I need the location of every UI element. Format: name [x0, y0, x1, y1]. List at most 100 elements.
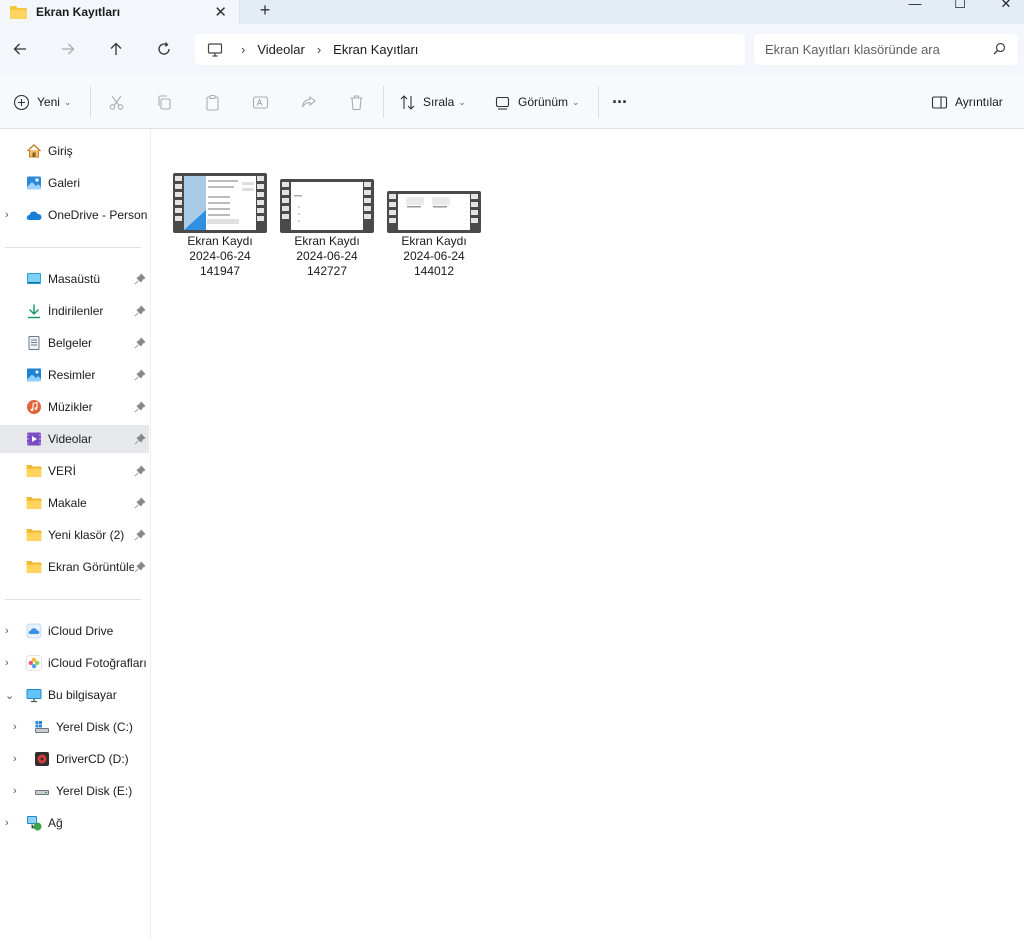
more-icon: ···: [612, 91, 628, 112]
pin-icon[interactable]: [134, 401, 146, 413]
sidebar-item-makale[interactable]: Makale: [0, 489, 150, 517]
search-icon[interactable]: [993, 42, 1006, 55]
sidebar-item-ekran-goruntule[interactable]: Ekran Görüntüle: [0, 553, 150, 581]
arrow-left-icon: [13, 43, 26, 55]
paste-button[interactable]: [204, 90, 221, 114]
blank-window-preview-image: [291, 182, 363, 230]
chevron-down-icon: ⌄: [63, 96, 72, 107]
copy-button[interactable]: [156, 90, 173, 114]
copy-icon: [158, 94, 171, 110]
rename-button[interactable]: [252, 90, 269, 114]
tab-ekran-kayitlari[interactable]: Ekran Kayıtları ✕: [0, 0, 240, 24]
sidebar-item-yeni-klasor-2[interactable]: Yeni klasör (2): [0, 521, 150, 549]
download-icon: [28, 304, 40, 319]
divider: [5, 247, 141, 248]
sidebar-item-drivercd-d[interactable]: › DriverCD (D:): [0, 745, 150, 773]
chevron-down-icon: ⌄: [458, 96, 466, 107]
plus-circle-icon: [13, 94, 30, 110]
pin-icon[interactable]: [134, 273, 146, 285]
chevron-right-icon[interactable]: ›: [5, 657, 9, 669]
sidebar-item-veri[interactable]: VERİ: [0, 457, 150, 485]
chevron-right-icon[interactable]: ›: [5, 625, 9, 637]
delete-button[interactable]: [348, 90, 365, 114]
sidebar-item-bu-bilgisayar[interactable]: ⌄ Bu bilgisayar: [0, 681, 150, 709]
forward-button[interactable]: [55, 36, 81, 62]
film-perforation: [257, 176, 265, 230]
pin-icon[interactable]: [134, 497, 146, 509]
new-tab-button[interactable]: +: [256, 0, 274, 22]
sidebar-item-label: Ağ: [48, 816, 63, 830]
close-window-button[interactable]: ✕: [991, 0, 1021, 11]
sidebar-item-onedrive[interactable]: › OneDrive - Persona: [0, 201, 150, 229]
new-button[interactable]: Yeni ⌄: [13, 90, 71, 114]
sidebar-item-galeri[interactable]: Galeri: [0, 169, 150, 197]
chevron-right-icon[interactable]: ›: [13, 753, 17, 765]
sidebar-item-videolar[interactable]: Videolar: [0, 425, 149, 453]
tab-close-button[interactable]: ✕: [214, 3, 227, 21]
details-button-label: Ayrıntılar: [955, 95, 1003, 109]
pin-icon[interactable]: [134, 305, 146, 317]
sidebar-item-giris[interactable]: Giriş: [0, 137, 150, 165]
sort-button[interactable]: Sırala ⌄: [399, 90, 466, 114]
pin-icon[interactable]: [134, 529, 146, 541]
sidebar-item-label: OneDrive - Persona: [48, 208, 148, 222]
minimize-button[interactable]: —: [900, 0, 930, 11]
chevron-right-icon[interactable]: ›: [5, 209, 9, 221]
address-bar[interactable]: › Videolar › Ekran Kayıtları: [195, 34, 745, 65]
arrow-up-icon: [110, 42, 122, 55]
search-input[interactable]: [765, 42, 985, 57]
more-options-button[interactable]: ···: [612, 90, 628, 114]
title-bar: Ekran Kayıtları ✕ + — ☐ ✕: [0, 0, 1024, 24]
folder-icon: [26, 497, 42, 509]
file-item[interactable]: Ekran Kaydı 2024-06-24 141947: [170, 173, 270, 279]
details-button[interactable]: Ayrıntılar: [931, 90, 1003, 114]
pin-icon[interactable]: [134, 433, 146, 445]
sidebar-item-yerel-disk-c[interactable]: › Yerel Disk (C:): [0, 713, 150, 741]
sidebar-item-icloud-photos[interactable]: › iCloud Fotoğrafları: [0, 649, 150, 677]
sidebar-item-label: Müzikler: [48, 400, 93, 414]
sidebar-item-label: Makale: [48, 496, 87, 510]
monitor-icon: [207, 42, 223, 57]
file-item[interactable]: Ekran Kaydı 2024-06-24 142727: [277, 173, 377, 279]
sidebar-item-label: Masaüstü: [48, 272, 101, 286]
chevron-down-icon[interactable]: ⌄: [5, 689, 14, 702]
breadcrumb-ekran-kayitlari[interactable]: Ekran Kayıtları: [333, 42, 418, 57]
view-button[interactable]: Görünüm ⌄: [494, 90, 580, 114]
chevron-right-icon[interactable]: ›: [5, 817, 9, 829]
sidebar-item-resimler[interactable]: Resimler: [0, 361, 150, 389]
maximize-button[interactable]: ☐: [945, 0, 975, 11]
sidebar-item-label: DriverCD (D:): [56, 752, 129, 766]
pin-icon[interactable]: [134, 561, 146, 573]
divider: [598, 86, 599, 118]
home-icon: [27, 144, 41, 158]
drivercd-icon: [35, 752, 49, 766]
file-item[interactable]: Ekran Kaydı 2024-06-24 144012: [384, 173, 484, 279]
up-button[interactable]: [103, 36, 129, 62]
divider: [383, 86, 384, 118]
sidebar-item-belgeler[interactable]: Belgeler: [0, 329, 150, 357]
pin-icon[interactable]: [134, 337, 146, 349]
share-button[interactable]: [300, 90, 317, 114]
search-box[interactable]: [754, 34, 1018, 65]
video-thumbnail: [387, 191, 481, 233]
film-perforation: [471, 194, 479, 230]
back-button[interactable]: [7, 36, 33, 62]
cut-button[interactable]: [108, 90, 125, 114]
sidebar-item-icloud-drive[interactable]: › iCloud Drive: [0, 617, 150, 645]
pin-icon[interactable]: [134, 465, 146, 477]
tab-title: Ekran Kayıtları: [36, 5, 121, 19]
chevron-right-icon[interactable]: ›: [13, 785, 17, 797]
details-pane-icon: [931, 95, 948, 109]
sidebar-item-muzikler[interactable]: Müzikler: [0, 393, 150, 421]
sidebar-item-indirilenler[interactable]: İndirilenler: [0, 297, 150, 325]
chevron-right-icon[interactable]: ›: [13, 721, 17, 733]
breadcrumb-videolar[interactable]: Videolar: [257, 42, 304, 57]
chevron-down-icon: ⌄: [572, 96, 580, 107]
sidebar-item-ag[interactable]: › Ağ: [0, 809, 150, 837]
sidebar-item-masaustu[interactable]: Masaüstü: [0, 265, 150, 293]
pin-icon[interactable]: [134, 369, 146, 381]
video-thumbnail: [173, 173, 267, 233]
refresh-button[interactable]: [151, 36, 177, 62]
sidebar-item-yerel-disk-e[interactable]: › Yerel Disk (E:): [0, 777, 150, 805]
folder-icon: [26, 529, 42, 541]
